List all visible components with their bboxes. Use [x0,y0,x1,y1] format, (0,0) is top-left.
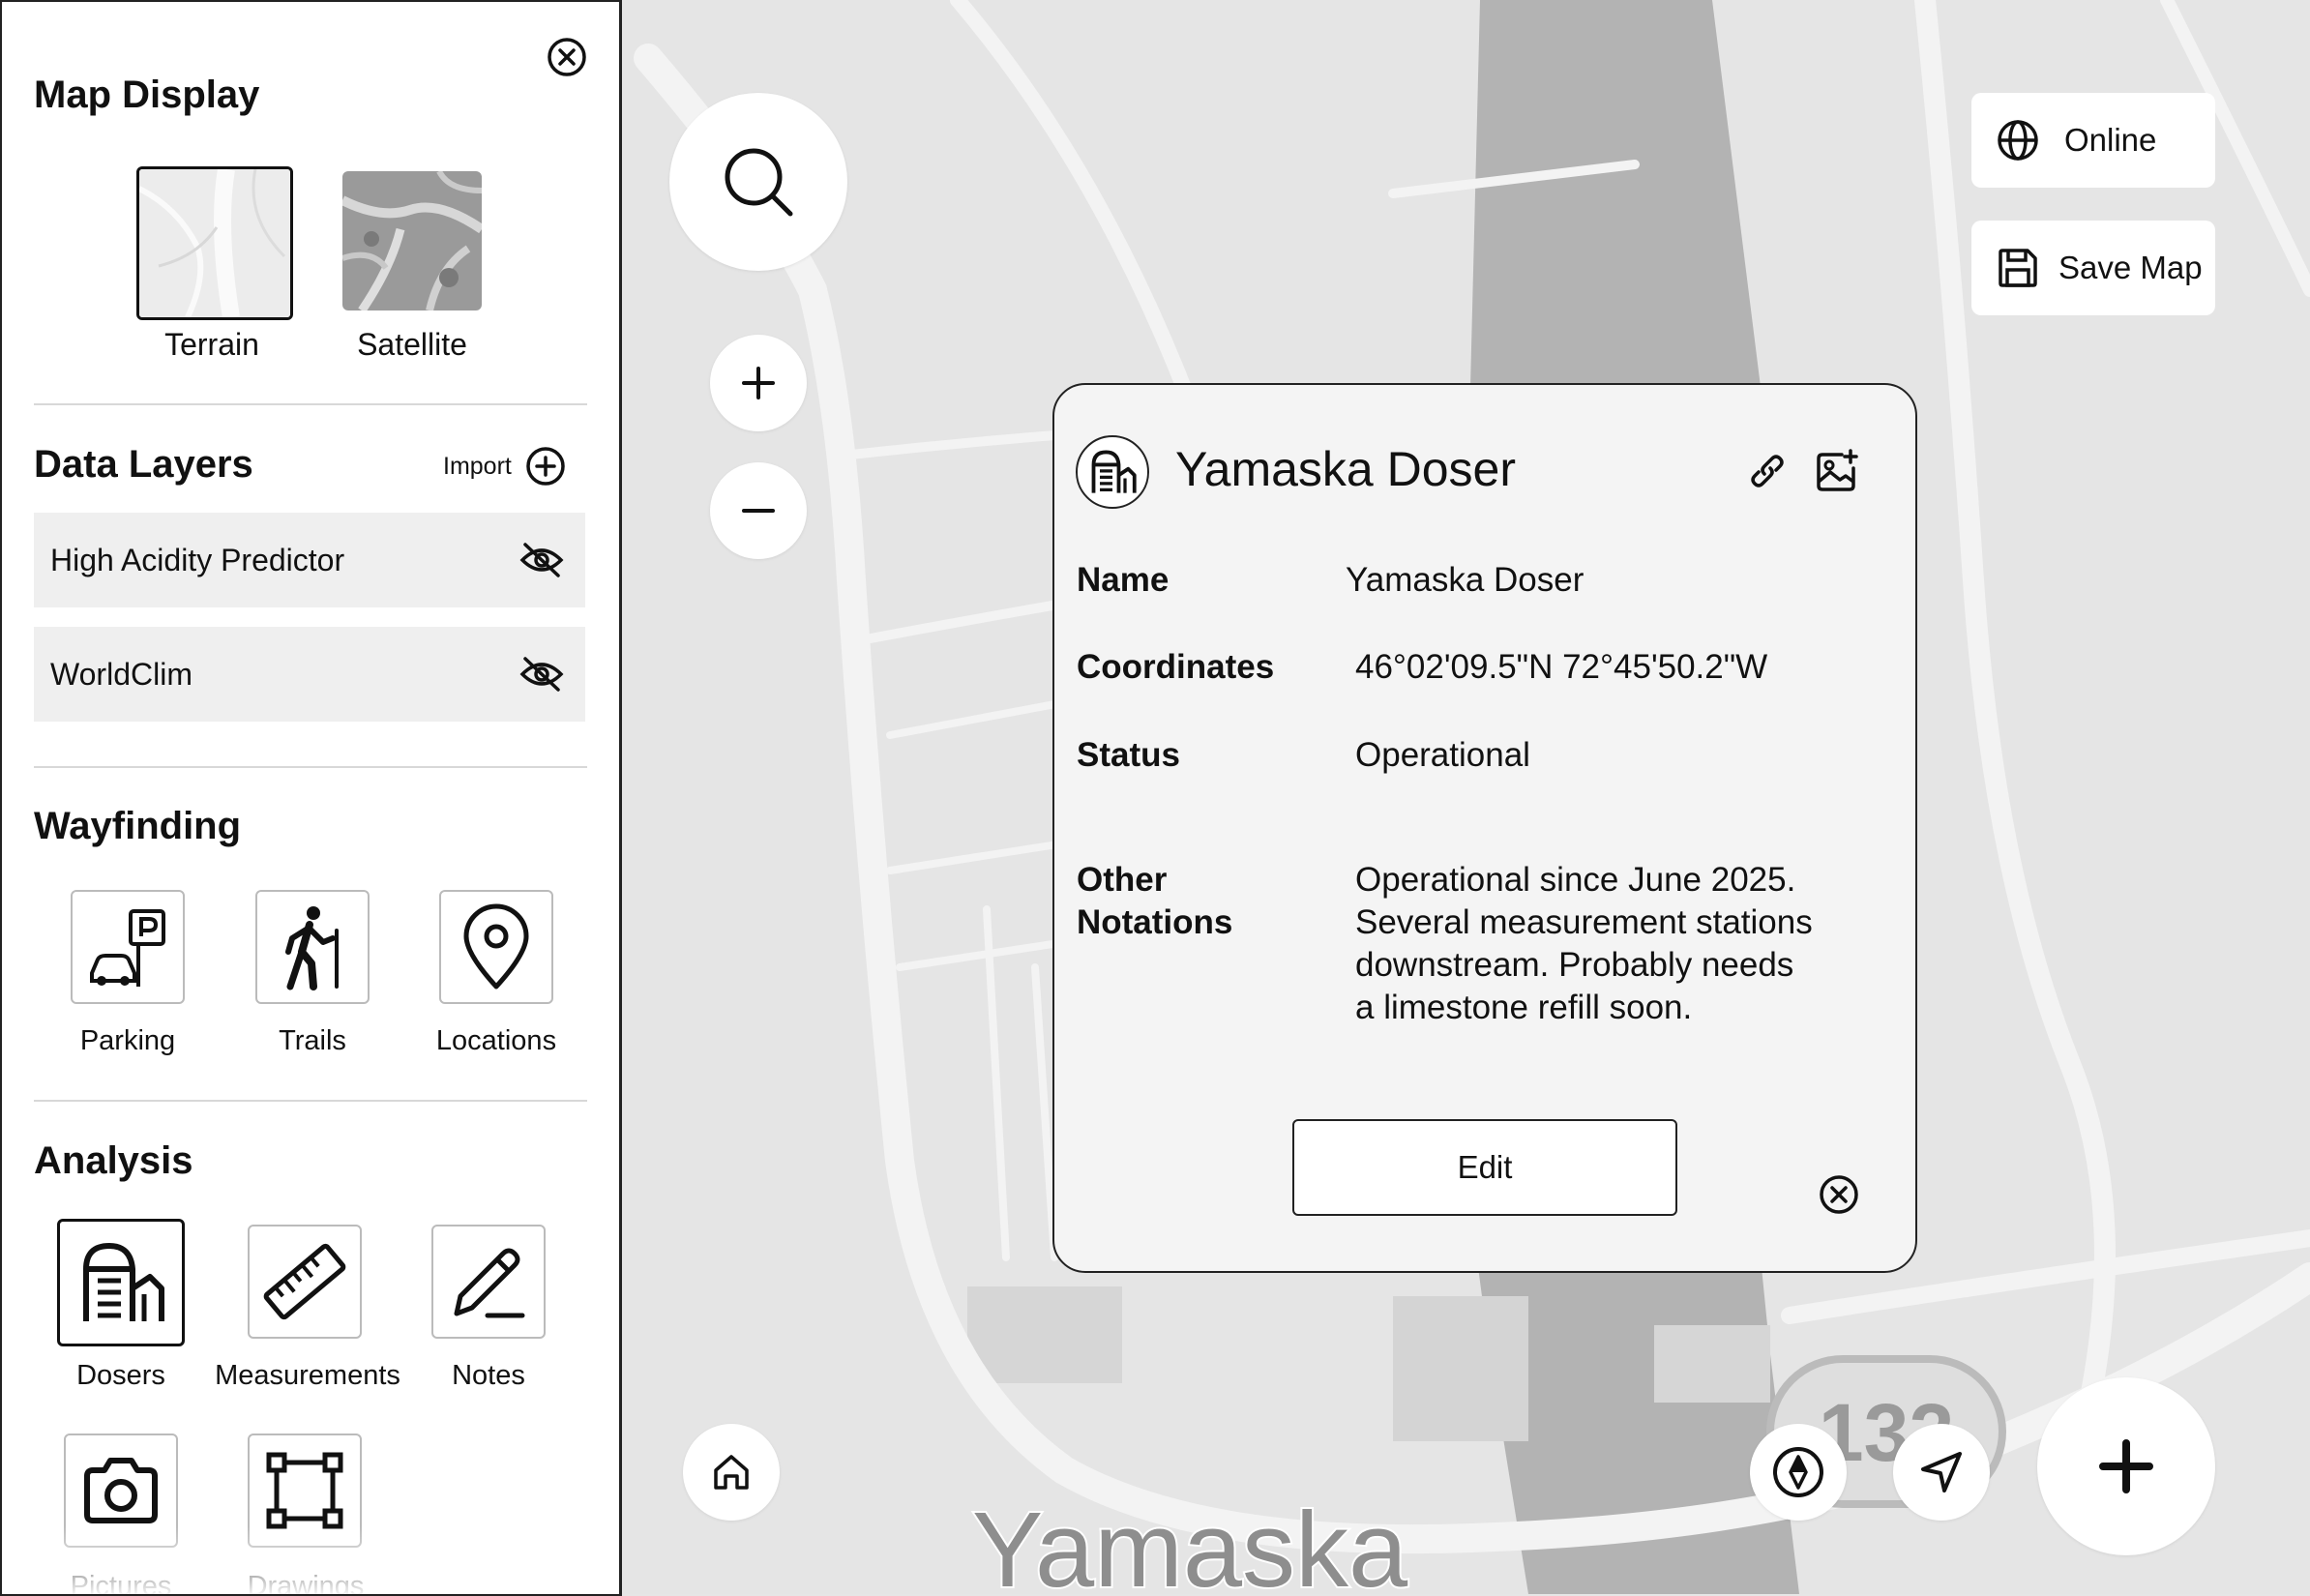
divider [34,766,587,768]
import-label: Import [443,452,512,480]
search-button[interactable] [669,93,847,271]
measurements-tool-button[interactable] [248,1225,362,1339]
search-icon [725,148,793,217]
save-disk-icon [1999,249,2037,287]
import-layer-button[interactable]: Import [443,446,566,487]
zoom-out-button[interactable] [710,462,807,559]
my-location-button[interactable] [1893,1424,1990,1521]
add-image-icon[interactable] [1815,449,1859,493]
notes-label: Notes [452,1360,525,1391]
doser-avatar [1076,435,1149,509]
wayfinding-title: Wayfinding [34,805,242,847]
add-button[interactable] [2037,1377,2215,1555]
name-field-value: Yamaska Doser [1346,561,1584,599]
add-circle-icon [526,447,565,486]
close-circle-icon [548,38,586,76]
terrain-thumbnail [139,169,290,317]
edit-button[interactable]: Edit [1292,1119,1677,1216]
parking-icon [90,909,165,987]
notations-label-line: Other [1077,861,1168,899]
terrain-option[interactable] [136,166,293,320]
trails-tool-button[interactable] [255,890,370,1004]
layer-row-high-acidity[interactable]: High Acidity Predictor [34,513,585,607]
locations-label: Locations [435,1025,557,1056]
save-map-button[interactable]: Save Map [1971,221,2215,315]
notes-tool-button[interactable] [431,1225,546,1339]
eye-off-icon[interactable] [519,541,564,579]
notations-line: Several measurement stations [1355,903,1813,941]
coordinates-field-label: Coordinates [1077,648,1275,686]
parking-tool-button[interactable] [71,890,185,1004]
town-label: Yamaska [972,1491,1408,1594]
doser-icon [1091,450,1137,493]
doser-detail-popup: Yamaska Doser Name Yamaska Doser Coordin… [1052,383,1917,1273]
analysis-title: Analysis [34,1139,193,1182]
layer-label: High Acidity Predictor [50,542,345,577]
layer-label: WorldClim [50,656,192,692]
satellite-label: Satellite [357,327,467,362]
notations-field-label: Other Notations [1077,859,1232,944]
map-display-title: Map Display [34,74,260,116]
dosers-tool-button[interactable] [57,1219,185,1346]
panel-close-button[interactable] [547,37,587,77]
ruler-icon [263,1243,346,1320]
notations-field-value: Operational since June 2025. Several mea… [1355,859,1813,1029]
plus-icon [742,367,775,399]
eye-off-icon[interactable] [519,655,564,694]
popup-title: Yamaska Doser [1175,442,1516,496]
location-pin-icon [463,903,529,990]
online-label: Online [2064,122,2157,158]
hiker-icon [285,906,339,990]
terrain-label: Terrain [164,327,259,362]
pencil-icon [454,1248,525,1318]
plus-icon [2099,1439,2153,1493]
doser-icon [83,1243,164,1321]
satellite-thumbnail [342,171,482,310]
locations-tool-button[interactable] [439,890,553,1004]
divider [34,403,587,405]
popup-close-icon[interactable] [1819,1174,1859,1215]
compass-button[interactable] [1750,1424,1847,1521]
coordinates-field-value: 46°02'09.5"N 72°45'50.2"W [1355,648,1768,686]
layer-row-worldclim[interactable]: WorldClim [34,627,585,722]
status-field-label: Status [1077,736,1180,774]
layers-panel: Map Display Terrain Satellite Data Layer… [0,0,622,1596]
data-layers-title: Data Layers [34,443,253,486]
satellite-option[interactable] [342,171,482,310]
notations-label-line: Notations [1077,903,1233,941]
notations-line: Operational since June 2025. [1355,861,1796,899]
link-icon[interactable] [1747,451,1788,491]
vector-square-icon [266,1452,343,1529]
status-field-value: Operational [1355,736,1530,774]
divider [34,1100,587,1102]
pictures-tool-button[interactable] [64,1433,178,1548]
drawings-label: Drawings [247,1571,365,1596]
zoom-in-button[interactable] [710,335,807,431]
navigation-arrow-icon [1921,1452,1962,1493]
notations-line: a limestone refill soon. [1355,989,1693,1026]
drawings-tool-button[interactable] [248,1433,362,1548]
home-icon [714,1455,749,1490]
compass-icon [1773,1447,1823,1497]
camera-icon [84,1458,158,1523]
globe-icon [1998,120,2038,161]
save-map-label: Save Map [2058,250,2203,285]
notations-line: downstream. Probably needs [1355,946,1794,984]
minus-icon [742,509,775,513]
name-field-label: Name [1077,561,1170,599]
online-status-button[interactable]: Online [1971,93,2215,188]
home-button[interactable] [683,1424,780,1521]
